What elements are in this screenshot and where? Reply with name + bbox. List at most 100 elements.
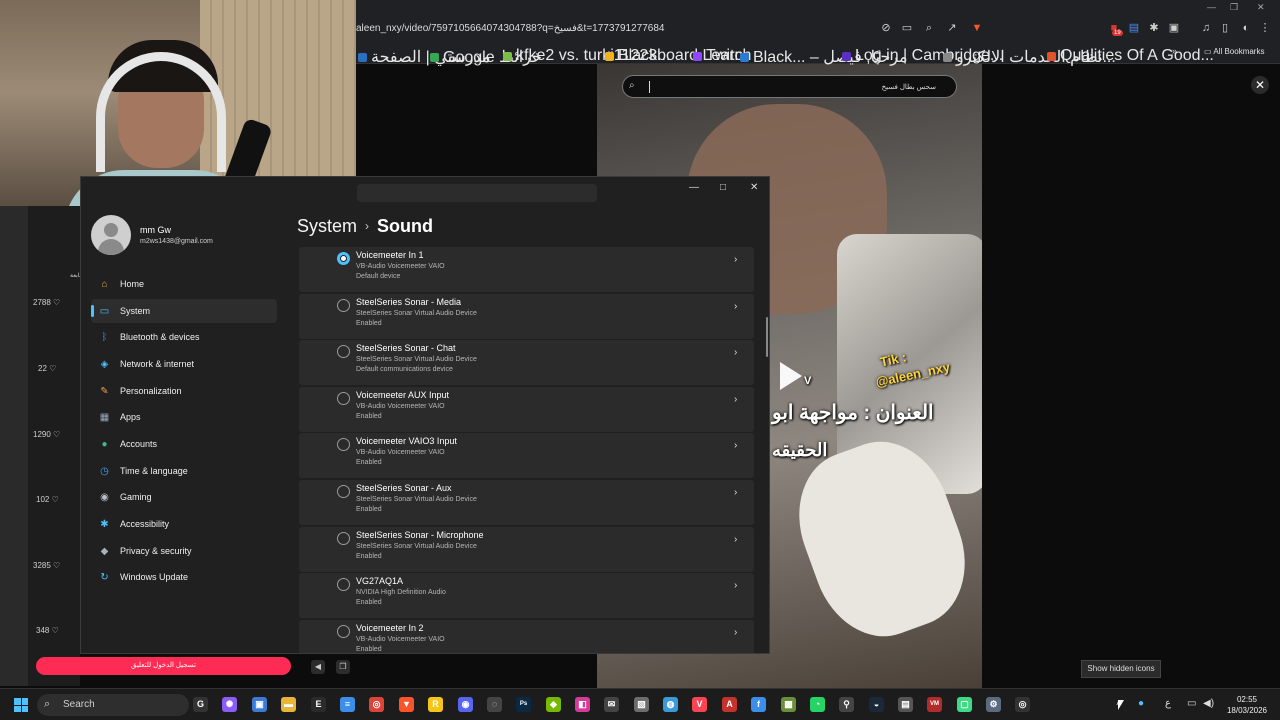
translate-icon[interactable]: ▤ [1128, 22, 1140, 34]
sidebar-item-privacy-security[interactable]: ◆ Privacy & security [91, 539, 277, 563]
breadcrumb-parent[interactable]: System [297, 216, 357, 236]
close-icon[interactable]: ✕ [750, 182, 758, 193]
image-app-icon[interactable]: ▧ [634, 697, 649, 712]
sidebar-item-system[interactable]: ▭ System [91, 299, 277, 323]
obs-icon[interactable]: ◌ [487, 697, 502, 712]
menu-icon[interactable]: ⋮ [1259, 22, 1271, 34]
valorant-icon[interactable]: V [692, 697, 707, 712]
device-radio-button[interactable] [337, 252, 350, 265]
device-radio-button[interactable] [337, 298, 350, 312]
pinwheel-app-icon[interactable]: ✺ [222, 697, 237, 712]
store-icon[interactable]: ▣ [252, 697, 267, 712]
minimize-icon[interactable]: — [689, 182, 699, 193]
earth-app-icon[interactable]: ◍ [663, 697, 678, 712]
maximize-icon[interactable]: ❐ [1230, 2, 1238, 13]
sidebar-item-accounts[interactable]: ● Accounts [91, 432, 277, 456]
sidebar-item-bluetooth-devices[interactable]: ᛒ Bluetooth & devices [91, 325, 277, 349]
android-icon[interactable]: ▢ [957, 697, 972, 712]
brave-shield-icon[interactable]: ▼ [971, 22, 983, 34]
mail-icon[interactable]: ✉ [604, 697, 619, 712]
speaker-icon[interactable]: ◀) [1203, 698, 1214, 709]
device-radio-button[interactable] [337, 624, 350, 638]
play-icon[interactable] [780, 362, 802, 390]
chevron-right-icon: › [734, 254, 738, 265]
device-radio-button[interactable] [337, 391, 350, 405]
close-window-icon[interactable]: ✕ [1257, 2, 1265, 13]
video-search-bar[interactable]: ⌕ سحس بطال فسيخ [622, 75, 957, 98]
sidebar-item-home[interactable]: ⌂ Home [91, 272, 277, 296]
scrollbar[interactable] [766, 317, 768, 357]
voicemeeter-icon[interactable]: VM [927, 697, 942, 712]
media-icon[interactable]: ♫ [1200, 22, 1212, 34]
device-radio-button[interactable] [337, 485, 350, 498]
close-icon[interactable]: ✕ [1251, 76, 1269, 94]
settings-search-input[interactable] [357, 184, 597, 202]
login-to-comment-button[interactable]: تسجيل الدخول للتعليق [36, 657, 291, 675]
zoom-icon[interactable]: ⌕ [923, 22, 935, 34]
volume-icon[interactable]: ◀ [311, 660, 325, 674]
extensions-icon[interactable]: ✱ [1148, 22, 1160, 34]
clock[interactable]: 02:55 18/03/2026 [1221, 694, 1273, 716]
device-status: Default device [356, 273, 401, 280]
sound-device-row[interactable]: SteelSeries Sonar - Aux SteelSeries Sonar… [299, 480, 754, 525]
device-radio-button[interactable] [337, 345, 350, 359]
network-icon[interactable]: ▭ [1187, 698, 1196, 709]
copy-icon[interactable]: ❐ [336, 660, 350, 674]
apps-icon: ▦ [99, 412, 110, 423]
audacity-icon[interactable]: R [428, 697, 443, 712]
photoshop-icon[interactable]: Ps [516, 697, 531, 712]
sidebar-item-windows-update[interactable]: ↻ Windows Update [91, 565, 277, 589]
whatsapp-icon[interactable]: ◔ [810, 697, 825, 712]
sidebar-item-time-language[interactable]: ◷ Time & language [91, 459, 277, 483]
device-radio-button[interactable] [337, 531, 350, 545]
notepad-icon[interactable]: ≡ [340, 697, 355, 712]
sound-device-row[interactable]: Voicemeeter VAIO3 Input VB-Audio Voicemee… [299, 433, 754, 479]
brave-icon[interactable]: ▼ [399, 697, 414, 712]
sidebar-item-accessibility[interactable]: ✱ Accessibility [91, 512, 277, 536]
file-explorer-icon[interactable]: ▬ [281, 697, 296, 712]
settings-app-icon[interactable]: ⚙ [986, 697, 1001, 712]
share-icon[interactable]: ↗ [946, 22, 958, 34]
microphone-icon[interactable]: ● [1138, 698, 1144, 709]
avatar[interactable] [91, 215, 131, 255]
sidebar-item-apps[interactable]: ▦ Apps [91, 405, 277, 429]
sound-device-row[interactable]: Voicemeeter In 1 VB-Audio Voicemeeter VAI… [299, 247, 754, 292]
bookmark-favicon-icon [842, 51, 851, 61]
sound-device-row[interactable]: VG27AQ1A NVIDIA High Definition Audio Enab… [299, 573, 754, 619]
start-button[interactable] [14, 698, 28, 712]
input-language[interactable]: ع [1165, 698, 1171, 709]
sidebar-item-personalization[interactable]: ✎ Personalization [91, 379, 277, 403]
device-driver: VB-Audio Voicemeeter VAIO [356, 449, 445, 457]
maximize-icon[interactable]: □ [720, 182, 726, 193]
history-icon[interactable]: ◐ [1240, 22, 1252, 34]
device-radio-button[interactable] [337, 438, 350, 452]
device-radio-button[interactable] [337, 578, 350, 592]
cpu-app-icon[interactable]: ▤ [898, 697, 913, 712]
chrome-icon[interactable]: ◎ [369, 697, 384, 712]
apex-icon[interactable]: A [722, 697, 737, 712]
minecraft-icon[interactable]: ▩ [781, 697, 796, 712]
steelseries-icon[interactable]: ◎ [1015, 697, 1030, 712]
screenshot-icon[interactable]: ▣ [1168, 22, 1180, 34]
cs-icon[interactable]: ⚲ [839, 697, 854, 712]
game-app-icon[interactable]: G [193, 697, 208, 712]
no-track-icon[interactable]: ⊘ [880, 22, 892, 34]
minimize-icon[interactable]: — [1207, 2, 1216, 12]
sound-device-row[interactable]: SteelSeries Sonar - Microphone SteelSerie… [299, 526, 754, 572]
steam-icon[interactable]: ◒ [869, 697, 884, 712]
bookmark-item[interactable]: Qualities Of A Good... [1047, 47, 1214, 65]
nvidia-icon[interactable]: ◆ [546, 697, 561, 712]
file-app-icon[interactable]: f [751, 697, 766, 712]
sound-device-row[interactable]: SteelSeries Sonar - Chat SteelSeries Sona… [299, 340, 754, 386]
sound-device-row[interactable]: SteelSeries Sonar - Media SteelSeries Son… [299, 293, 754, 339]
sound-device-row[interactable]: Voicemeeter AUX Input VB-Audio Voicemeete… [299, 386, 754, 432]
sidebar-item-network-internet[interactable]: ◈ Network & internet [91, 352, 277, 376]
discord-icon[interactable]: ◉ [458, 697, 473, 712]
epic-games-icon[interactable]: E [311, 697, 326, 712]
taskbar-search[interactable]: ⌕ Search [37, 694, 189, 716]
app-purple-icon[interactable]: ◧ [575, 697, 590, 712]
cast-icon[interactable]: ▭ [901, 22, 913, 34]
sidebar-icon[interactable]: ▯ [1219, 22, 1231, 34]
sound-device-row[interactable]: Voicemeeter In 2 VB-Audio Voicemeeter VAI… [299, 619, 754, 653]
sidebar-item-gaming[interactable]: ◉ Gaming [91, 485, 277, 509]
